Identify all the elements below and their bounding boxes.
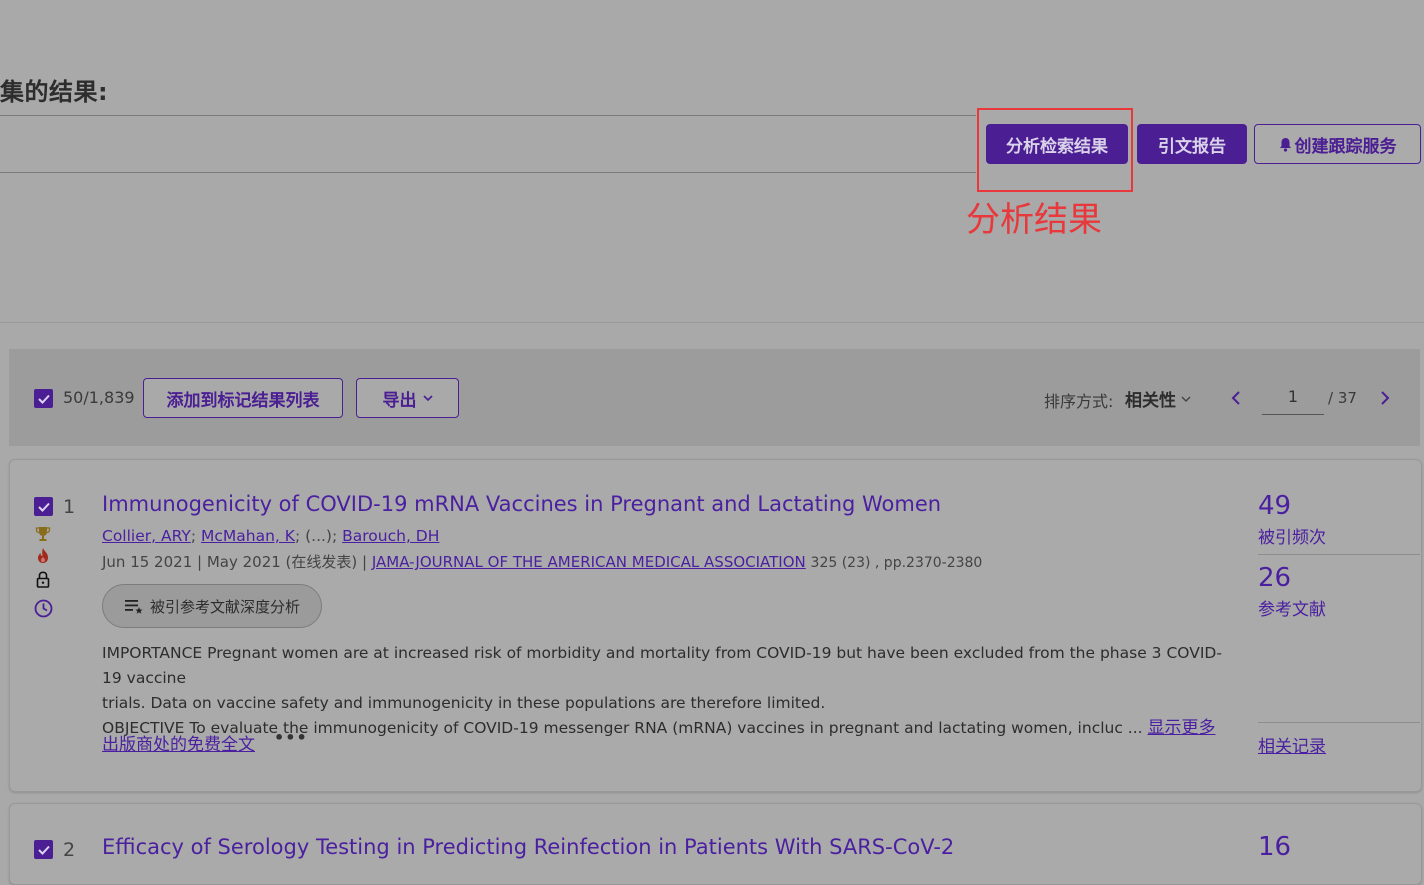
author-ellipsis: ; (...);	[294, 527, 338, 545]
publication-info: Jun 15 2021 | May 2021 (在线发表) | JAMA-JOU…	[102, 551, 982, 572]
sort-prefix: 排序方式:	[1044, 392, 1114, 411]
free-full-text-link[interactable]: 出版商处的免费全文	[102, 730, 255, 755]
times-cited-count[interactable]: 16	[1258, 832, 1291, 862]
open-access-lock-icon	[34, 570, 52, 588]
annotation-label: 分析结果	[966, 200, 1102, 240]
previous-page-icon[interactable]	[1228, 388, 1244, 408]
check-icon	[37, 502, 50, 512]
chevron-down-icon	[422, 394, 433, 402]
cited-reference-analysis-label: 被引参考文献深度分析	[149, 597, 300, 616]
author-link[interactable]: Barouch, DH	[342, 527, 439, 545]
selected-count: 50/1,839	[63, 388, 135, 407]
total-pages: / 37	[1328, 389, 1357, 407]
page-number-input[interactable]: 1	[1262, 380, 1324, 415]
author-link[interactable]: Collier, ARY	[102, 527, 191, 545]
record-number: 1	[63, 496, 76, 518]
record-checkbox[interactable]	[34, 840, 53, 859]
record-checkbox[interactable]	[34, 497, 53, 516]
author-link[interactable]: McMahan, K	[201, 527, 295, 545]
results-heading: 集的结果:	[0, 78, 109, 106]
create-alert-button[interactable]: 创建跟踪服务	[1254, 124, 1421, 164]
abstract-line: trials. Data on vaccine safety and immun…	[102, 694, 826, 712]
related-records-link[interactable]: 相关记录	[1258, 732, 1326, 757]
sort-dropdown[interactable]: 相关性	[1125, 386, 1191, 411]
references-count[interactable]: 26	[1258, 563, 1291, 593]
section-divider	[0, 322, 1424, 323]
chevron-down-icon	[1181, 395, 1191, 403]
stat-divider	[1258, 722, 1420, 723]
add-to-marked-list-button[interactable]: 添加到标记结果列表	[143, 378, 343, 418]
references-label[interactable]: 参考文献	[1258, 595, 1326, 620]
record-title-link[interactable]: Efficacy of Serology Testing in Predicti…	[102, 835, 954, 859]
times-cited-label[interactable]: 被引频次	[1258, 523, 1326, 548]
hot-paper-icon	[34, 546, 52, 564]
sort-value: 相关性	[1125, 391, 1176, 411]
abstract-line: OBJECTIVE To evaluate the immunogenicity…	[102, 716, 1232, 741]
publication-date: Jun 15 2021 | May 2021 (在线发表) |	[102, 553, 368, 571]
citation-report-button[interactable]: 引文报告	[1137, 124, 1247, 164]
abstract-line-text: OBJECTIVE To evaluate the immunogenicity…	[102, 719, 1143, 737]
bell-icon	[1279, 137, 1292, 152]
record-title-link[interactable]: Immunogenicity of COVID-19 mRNA Vaccines…	[102, 492, 941, 516]
more-options-icon[interactable]: •••	[274, 728, 308, 747]
abstract-text: IMPORTANCE Pregnant women are at increas…	[102, 641, 1232, 741]
trophy-icon	[34, 525, 52, 543]
record-number: 2	[63, 839, 76, 861]
journal-link[interactable]: JAMA-JOURNAL OF THE AMERICAN MEDICAL ASS…	[372, 553, 806, 571]
cited-reference-analysis-button[interactable]: 被引参考文献深度分析	[102, 584, 322, 628]
check-icon	[37, 394, 50, 404]
author-list: Collier, ARY; McMahan, K; (...); Barouch…	[102, 527, 439, 545]
abstract-line: IMPORTANCE Pregnant women are at increas…	[102, 644, 1222, 687]
export-label: 导出	[382, 390, 417, 411]
next-page-icon[interactable]	[1377, 388, 1393, 408]
export-button[interactable]: 导出	[356, 378, 459, 418]
select-all-checkbox[interactable]	[34, 389, 53, 408]
author-separator: ;	[190, 527, 197, 545]
check-icon	[37, 845, 50, 855]
stat-divider	[1258, 554, 1420, 555]
create-alert-label: 创建跟踪服务	[1294, 136, 1397, 157]
list-star-icon	[124, 597, 144, 615]
clock-icon	[33, 598, 53, 618]
times-cited-count[interactable]: 49	[1258, 491, 1291, 521]
query-display-area	[0, 115, 976, 173]
show-more-link[interactable]: 显示更多	[1148, 718, 1216, 738]
annotation-highlight-box	[977, 108, 1133, 192]
volume-pages: 325 (23) , pp.2370-2380	[810, 555, 983, 571]
